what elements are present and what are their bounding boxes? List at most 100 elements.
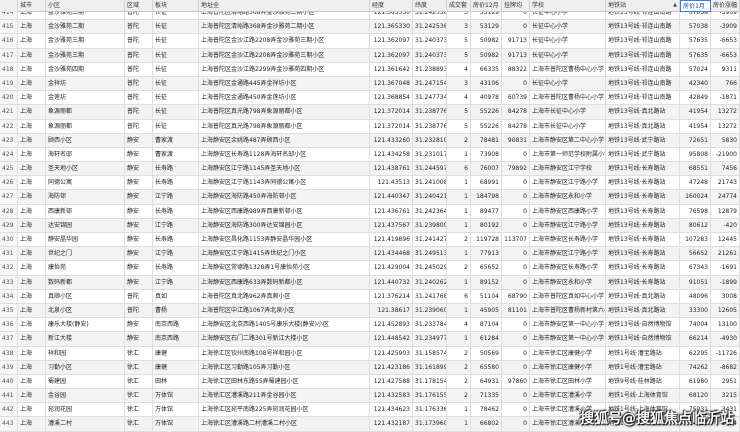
latitude-cell[interactable]: 31.158574 [413, 346, 447, 361]
deal-count-cell[interactable]: 1 [447, 303, 471, 319]
column-header-price-december[interactable]: 房价12月 [471, 0, 502, 12]
district-cell[interactable]: 静安 [125, 162, 153, 177]
deal-count-cell[interactable]: 4 [447, 318, 471, 333]
listing-average-cell[interactable]: 0 [502, 346, 530, 361]
table-row[interactable]: 423 上海 顾西小区 静安 曹家渡 上海静安区余姚路487弄顾西小区 121.433260… [0, 133, 740, 148]
district-cell[interactable]: 静安 [125, 176, 153, 191]
longitude-cell[interactable]: 121.434623 [370, 403, 413, 418]
metro-station-cell[interactable]: 地铁13号线·长寿路站 [606, 275, 680, 290]
district-cell[interactable]: 徐汇 [125, 346, 153, 361]
block-cell[interactable]: 田林 [153, 374, 199, 390]
table-row[interactable]: 440 上海 蜀建园 徐汇 田林 上海徐汇区田林东路55弄蜀建园小区 121.427588 3… [0, 374, 740, 390]
listing-average-cell[interactable]: 0 [502, 417, 530, 432]
price-december-cell[interactable]: 43106 [471, 76, 502, 92]
listing-average-cell[interactable]: 0 [502, 147, 530, 163]
table-row[interactable]: 424 上海 海轩名邸 静安 曹家渡 上海静安区长寿路1128弄海轩名邸小区 121.434… [0, 147, 740, 163]
price-change-cell[interactable]: -6653 [711, 34, 740, 49]
district-cell[interactable]: 普陀 [125, 62, 153, 77]
community-cell[interactable]: 宛润花园 [46, 403, 125, 418]
row-number-cell[interactable]: 441 [0, 389, 18, 404]
price-change-cell[interactable]: -3909 [711, 12, 740, 21]
block-cell[interactable]: 江宁路 [153, 190, 199, 205]
block-cell[interactable]: 江宁路 [153, 275, 199, 290]
price-december-cell[interactable]: 66335 [471, 62, 502, 77]
city-cell[interactable]: 上海 [18, 417, 46, 432]
row-number-cell[interactable]: 421 [0, 105, 18, 120]
school-cell[interactable]: 上海市静安区江宁路小学 [530, 218, 606, 233]
longitude-cell[interactable]: 121.436761 [370, 204, 413, 219]
address-cell[interactable]: 上海普陀区金通路445弄金祥坊小区 [199, 76, 370, 92]
latitude-cell[interactable]: 31.240373 [413, 48, 447, 63]
address-cell[interactable]: 上海静安区昌化路1153弄静安晶华园小区 [199, 233, 370, 248]
price-december-cell[interactable]: 89152 [471, 275, 502, 290]
table-row[interactable]: 421 上海 象源丽都 普陀 长征 上海普陀区真光路798弄象源丽都小区 121.37201… [0, 105, 740, 120]
district-cell[interactable]: 静安 [125, 233, 153, 248]
row-number-cell[interactable]: 416 [0, 34, 18, 49]
deal-count-cell[interactable]: 1 [447, 417, 471, 432]
table-row[interactable]: 419 上海 金祥坊 普陀 长征 上海普陀区金通路445弄金祥坊小区 121.367048 3… [0, 76, 740, 92]
longitude-cell[interactable]: 121.432187 [370, 417, 413, 432]
price-january-cell[interactable]: 95808 [680, 147, 711, 163]
city-cell[interactable]: 上海 [18, 374, 46, 390]
city-cell[interactable]: 上海 [18, 20, 46, 35]
price-change-cell[interactable]: -1899 [711, 275, 740, 290]
column-header-deal-count[interactable]: 成交套 [447, 0, 471, 12]
address-cell[interactable]: 上海静安区西康路989弄西康新邨小区 [199, 204, 370, 219]
price-january-cell[interactable]: 42849 [680, 91, 711, 106]
price-december-cell[interactable]: 51104 [471, 289, 502, 304]
address-cell[interactable]: 上海徐汇区田林东路55弄蜀建园小区 [199, 374, 370, 390]
metro-station-cell[interactable]: 地铁13号线·祁连山南路 [606, 91, 680, 106]
longitude-cell[interactable]: 121.376214 [370, 289, 413, 304]
table-body[interactable]: 414 上海 金沙雅苑二期 普陀 长征 上海普陀区清峪路368弄金沙雅苑二期小区 121.3… [0, 12, 740, 432]
metro-station-cell[interactable]: 地铁13号线·自然博物馆 [606, 332, 680, 347]
district-cell[interactable]: 普陀 [125, 34, 153, 49]
listing-average-cell[interactable]: 0 [502, 20, 530, 35]
longitude-cell[interactable]: 121.429004 [370, 261, 413, 276]
longitude-cell[interactable]: 121.434258 [370, 147, 413, 163]
row-number-cell[interactable]: 424 [0, 147, 18, 163]
block-cell[interactable]: 长征 [153, 12, 199, 21]
latitude-cell[interactable]: 31.173960 [413, 417, 447, 432]
community-cell[interactable]: 金祥坊 [46, 76, 125, 92]
deal-count-cell[interactable]: 1 [447, 218, 471, 233]
district-cell[interactable]: 普陀 [125, 289, 153, 304]
community-cell[interactable]: 金沙雅苑三期 [46, 34, 125, 49]
sort-ascending-icon[interactable] [673, 0, 677, 11]
price-january-cell[interactable]: 57635 [680, 48, 711, 63]
district-cell[interactable]: 徐汇 [125, 360, 153, 375]
block-cell[interactable]: 南京西路 [153, 318, 199, 333]
table-row[interactable]: 433 上海 数码新都 静安 江宁路 上海静安区西康路633弄数码新都小区 121.4407… [0, 275, 740, 290]
longitude-cell[interactable]: 121.365330 [370, 20, 413, 35]
listing-average-cell[interactable]: 97860 [502, 374, 530, 390]
community-cell[interactable]: 漕溪二村 [46, 417, 125, 432]
price-change-cell[interactable]: 21743 [711, 176, 740, 191]
community-cell[interactable]: 顾西小区 [46, 133, 125, 148]
price-january-cell[interactable]: 80612 [680, 218, 711, 233]
address-cell[interactable]: 上海普陀区清峪路368弄金沙雅苑二期小区 [199, 20, 370, 35]
table-row[interactable]: 427 上海 海防邨 静安 江宁路 上海静安区海防路450弄海防邨小区 121.440347… [0, 190, 740, 205]
longitude-cell[interactable]: 121.361642 [370, 62, 413, 77]
price-december-cell[interactable]: 119728 [471, 233, 502, 248]
row-number-cell[interactable]: 435 [0, 303, 18, 319]
community-cell[interactable]: 世纪之门 [46, 247, 125, 262]
city-cell[interactable]: 上海 [18, 176, 46, 191]
deal-count-cell[interactable]: 4 [447, 62, 471, 77]
price-change-cell[interactable]: -6653 [711, 48, 740, 63]
school-cell[interactable]: 上海市静安区永和小学 [530, 190, 606, 205]
deal-count-cell[interactable]: 2 [447, 233, 471, 248]
listing-average-cell[interactable]: 0 [502, 76, 530, 92]
column-header-longitude[interactable]: 经度 [370, 0, 413, 12]
longitude-cell[interactable]: 121.368854 [370, 91, 413, 106]
price-december-cell[interactable]: 50982 [471, 34, 502, 49]
price-january-cell[interactable]: 56652 [680, 247, 711, 262]
district-cell[interactable]: 普陀 [125, 76, 153, 92]
price-december-cell[interactable]: 64931 [471, 374, 502, 390]
listing-average-cell[interactable]: 0 [502, 176, 530, 191]
address-cell[interactable]: 上海静安区长寿路1128弄海轩名邸小区 [199, 147, 370, 163]
metro-station-cell[interactable]: 地铁13号线·长寿路站 [606, 162, 680, 177]
latitude-cell[interactable]: 31.232810 [413, 133, 447, 148]
block-cell[interactable]: 康健 [153, 360, 199, 375]
deal-count-cell[interactable]: 1 [447, 204, 471, 219]
district-cell[interactable]: 普陀 [125, 91, 153, 106]
price-december-cell[interactable]: 53129 [471, 20, 502, 35]
